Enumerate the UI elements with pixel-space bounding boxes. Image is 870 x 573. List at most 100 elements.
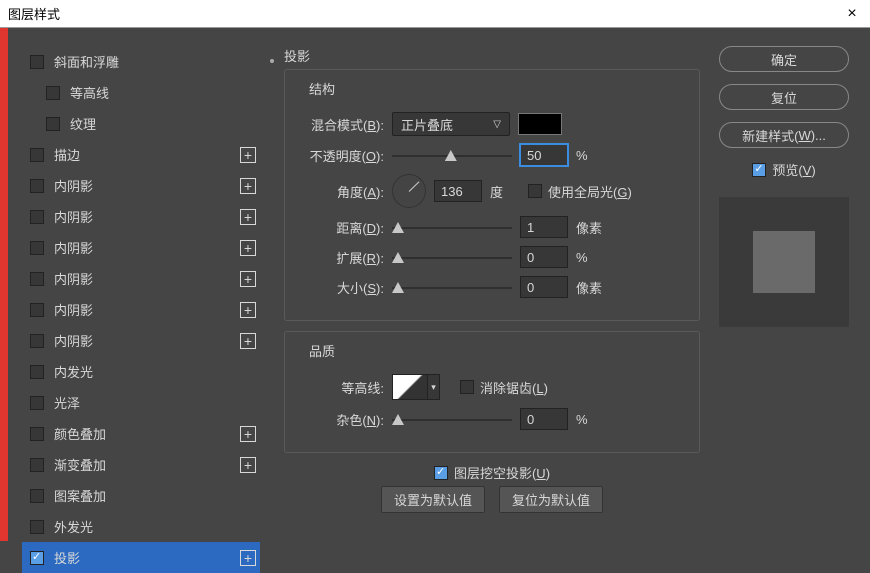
- sidebar-item-6[interactable]: 内阴影+: [22, 232, 260, 263]
- sidebar-item-16[interactable]: 投影+: [22, 542, 260, 573]
- sidebar-checkbox[interactable]: [30, 365, 44, 379]
- sidebar-item-15[interactable]: 外发光: [22, 511, 260, 542]
- sidebar-checkbox[interactable]: [30, 458, 44, 472]
- blend-label: 混合模式(B):: [299, 115, 384, 134]
- angle-dial[interactable]: [392, 174, 426, 208]
- opacity-unit: %: [576, 148, 606, 163]
- sidebar-item-5[interactable]: 内阴影+: [22, 201, 260, 232]
- noise-label: 杂色(N):: [299, 410, 384, 429]
- ok-button[interactable]: 确定: [719, 46, 849, 72]
- opacity-input[interactable]: 50: [520, 144, 568, 166]
- sidebar-checkbox[interactable]: [30, 241, 44, 255]
- sidebar-checkbox[interactable]: [30, 179, 44, 193]
- sidebar-item-2[interactable]: 纹理: [22, 108, 260, 139]
- sidebar-item-4[interactable]: 内阴影 +: [22, 170, 260, 201]
- distance-label: 距离(D):: [299, 218, 384, 237]
- quality-group: 品质 等高线: ▾ 消除锯齿(L) 杂色(N): 0 %: [284, 331, 700, 453]
- spread-unit: %: [576, 250, 606, 265]
- distance-slider[interactable]: [392, 219, 512, 235]
- sidebar-item-13[interactable]: 渐变叠加 +: [22, 449, 260, 480]
- sidebar-checkbox[interactable]: [46, 117, 60, 131]
- size-label: 大小(S):: [299, 278, 384, 297]
- sidebar-item-8[interactable]: 内阴影 +: [22, 294, 260, 325]
- sidebar-checkbox[interactable]: [30, 489, 44, 503]
- sidebar-item-12[interactable]: 颜色叠加 +: [22, 418, 260, 449]
- size-input[interactable]: 0: [520, 276, 568, 298]
- sidebar-checkbox[interactable]: [30, 303, 44, 317]
- reset-default-button[interactable]: 复位为默认值: [499, 486, 603, 513]
- add-effect-icon[interactable]: +: [240, 426, 256, 442]
- quality-legend: 品质: [305, 341, 339, 360]
- shadow-color-swatch[interactable]: [518, 113, 562, 135]
- sidebar-checkbox[interactable]: [30, 551, 44, 565]
- contour-label: 等高线:: [299, 378, 384, 397]
- sidebar-item-label: 内阴影: [54, 176, 93, 195]
- opacity-slider[interactable]: [392, 147, 512, 163]
- sidebar-checkbox[interactable]: [30, 55, 44, 69]
- contour-dropdown[interactable]: ▾: [428, 374, 440, 400]
- size-slider[interactable]: [392, 279, 512, 295]
- add-effect-icon[interactable]: +: [240, 302, 256, 318]
- angle-unit: 度: [490, 182, 520, 201]
- sidebar-item-1[interactable]: 等高线: [22, 77, 260, 108]
- sidebar-item-label: 颜色叠加: [54, 424, 106, 443]
- styles-sidebar: 斜面和浮雕等高线纹理描边+内阴影+内阴影+内阴影+内阴影+内阴影+内阴影+内发光…: [8, 28, 268, 541]
- sidebar-item-label: 等高线: [70, 83, 109, 102]
- knockout-checkbox[interactable]: 图层挖空投影(U): [434, 463, 550, 482]
- sidebar-checkbox[interactable]: [30, 396, 44, 410]
- sidebar-checkbox[interactable]: [30, 210, 44, 224]
- sidebar-item-9[interactable]: 内阴影+: [22, 325, 260, 356]
- preview-checkbox[interactable]: 预览(V): [752, 160, 815, 179]
- add-effect-icon[interactable]: +: [240, 178, 256, 194]
- resize-handle[interactable]: [268, 28, 276, 541]
- sidebar-item-11[interactable]: 光泽: [22, 387, 260, 418]
- window-title: 图层样式: [8, 4, 60, 23]
- sidebar-item-label: 斜面和浮雕: [54, 52, 119, 71]
- sidebar-checkbox[interactable]: [46, 86, 60, 100]
- add-effect-icon[interactable]: +: [240, 240, 256, 256]
- distance-unit: 像素: [576, 218, 606, 237]
- noise-input[interactable]: 0: [520, 408, 568, 430]
- add-effect-icon[interactable]: +: [240, 333, 256, 349]
- preview-box: [719, 197, 849, 327]
- noise-slider[interactable]: [392, 411, 512, 427]
- cancel-button[interactable]: 复位: [719, 84, 849, 110]
- sidebar-item-label: 光泽: [54, 393, 80, 412]
- accent-strip: [0, 28, 8, 541]
- angle-input[interactable]: 136: [434, 180, 482, 202]
- distance-input[interactable]: 1: [520, 216, 568, 238]
- sidebar-item-7[interactable]: 内阴影+: [22, 263, 260, 294]
- sidebar-checkbox[interactable]: [30, 272, 44, 286]
- spread-slider[interactable]: [392, 249, 512, 265]
- add-effect-icon[interactable]: +: [240, 457, 256, 473]
- sidebar-checkbox[interactable]: [30, 334, 44, 348]
- sidebar-item-label: 渐变叠加: [54, 455, 106, 474]
- preview-swatch: [753, 231, 815, 293]
- sidebar-item-label: 内阴影: [54, 300, 93, 319]
- blend-mode-select[interactable]: 正片叠底▽: [392, 112, 510, 136]
- antialias-checkbox[interactable]: 消除锯齿(L): [460, 378, 548, 397]
- opacity-label: 不透明度(O):: [299, 146, 384, 165]
- chevron-down-icon: ▽: [493, 119, 501, 130]
- angle-label: 角度(A):: [299, 182, 384, 201]
- sidebar-item-0[interactable]: 斜面和浮雕: [22, 46, 260, 77]
- add-effect-icon[interactable]: +: [240, 550, 256, 566]
- sidebar-item-3[interactable]: 描边+: [22, 139, 260, 170]
- spread-input[interactable]: 0: [520, 246, 568, 268]
- add-effect-icon[interactable]: +: [240, 209, 256, 225]
- make-default-button[interactable]: 设置为默认值: [381, 486, 485, 513]
- sidebar-item-14[interactable]: 图案叠加: [22, 480, 260, 511]
- sidebar-checkbox[interactable]: [30, 520, 44, 534]
- sidebar-checkbox[interactable]: [30, 148, 44, 162]
- sidebar-item-10[interactable]: 内发光: [22, 356, 260, 387]
- close-button[interactable]: ×: [842, 5, 862, 23]
- new-style-button[interactable]: 新建样式(W)...: [719, 122, 849, 148]
- global-light-checkbox[interactable]: 使用全局光(G): [528, 182, 632, 201]
- add-effect-icon[interactable]: +: [240, 271, 256, 287]
- add-effect-icon[interactable]: +: [240, 147, 256, 163]
- sidebar-checkbox[interactable]: [30, 427, 44, 441]
- sidebar-item-label: 纹理: [70, 114, 96, 133]
- size-unit: 像素: [576, 278, 606, 297]
- structure-group: 结构 混合模式(B): 正片叠底▽ 不透明度(O): 50 % 角度(A): 1…: [284, 69, 700, 321]
- contour-picker[interactable]: [392, 374, 428, 400]
